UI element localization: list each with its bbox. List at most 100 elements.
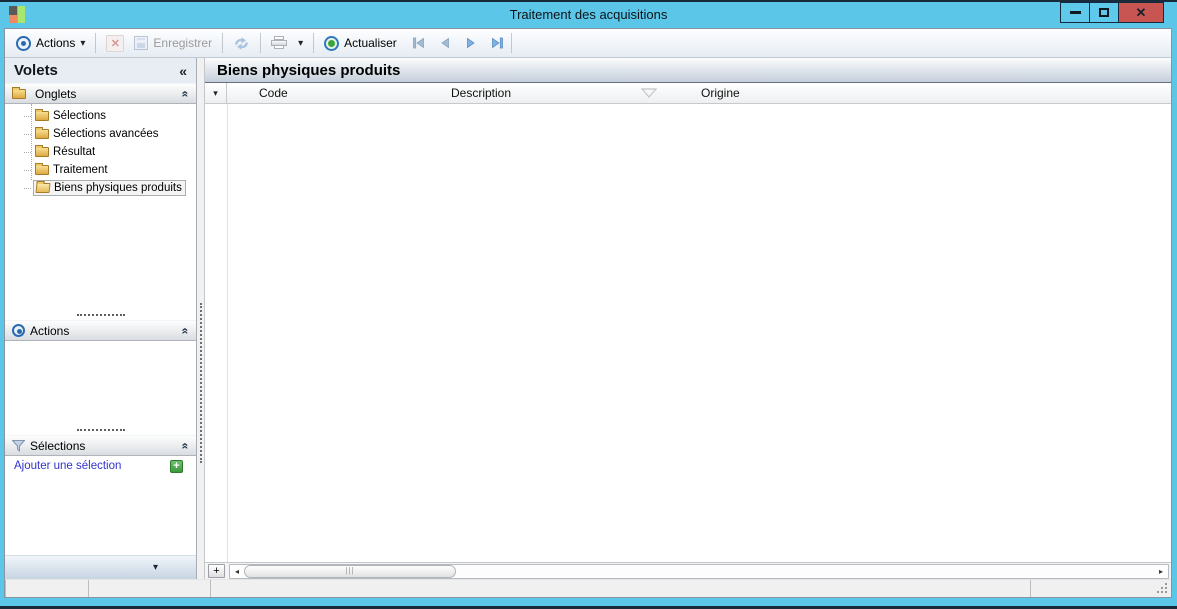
tree-item-content: Sélections [33, 109, 109, 123]
toolbar-separator [222, 33, 224, 53]
splitter-dots [76, 314, 125, 316]
tree-item-label: Sélections [53, 110, 107, 122]
column-header-code[interactable]: Code [259, 86, 288, 100]
maximize-icon [1099, 8, 1109, 17]
title-bar[interactable]: Traitement des acquisitions ✕ [0, 2, 1177, 28]
sidebar-volets: Volets « Onglets « Sélections Sélections… [5, 58, 197, 579]
tree-item-resultat[interactable]: Résultat [5, 143, 196, 161]
nav-next-icon [466, 37, 475, 49]
nav-last-icon [491, 37, 503, 49]
panel-splitter-handle[interactable] [5, 310, 196, 320]
chevron-up-icon[interactable]: « [179, 327, 193, 334]
scrollbar-thumb[interactable]: ||| [244, 564, 456, 578]
nav-first-button[interactable] [410, 35, 428, 51]
status-cell [1031, 580, 1171, 597]
sidebar-bottom-bar[interactable]: ▾ [5, 555, 196, 579]
chevron-down-icon: ▾ [213, 87, 218, 98]
scroll-right-button[interactable]: ▸ [1154, 565, 1168, 578]
folder-icon [35, 127, 49, 139]
maximize-button[interactable] [1089, 2, 1119, 23]
actualiser-button[interactable]: Actualiser [319, 34, 402, 53]
sort-indicator-icon [641, 88, 657, 98]
column-header-origine[interactable]: Origine [701, 86, 740, 100]
toolbar-separator [95, 33, 97, 53]
add-selection-link[interactable]: Ajouter une sélection [14, 460, 170, 472]
close-icon: ✕ [1135, 4, 1147, 20]
nav-first-icon [412, 37, 424, 49]
chevron-up-icon[interactable]: « [179, 442, 193, 449]
main-panel: Biens physiques produits ▾ Code Descript… [204, 58, 1171, 579]
filter-funnel-icon [12, 439, 25, 452]
horizontal-scrollbar[interactable]: ◂ ||| ▸ [229, 563, 1169, 579]
tree-connector [24, 169, 31, 171]
toolbar-separator [313, 33, 315, 53]
print-dropdown-button[interactable]: ▾ [293, 36, 308, 51]
splitter-dots [76, 429, 125, 431]
sidebar-splitter[interactable] [197, 58, 204, 579]
tree-item-content: Sélections avancées [33, 127, 161, 141]
save-button[interactable]: Enregistrer [129, 34, 217, 52]
resize-grip[interactable] [1165, 591, 1167, 593]
delete-button[interactable]: ✕ [101, 33, 129, 54]
tree-item-selections-avancees[interactable]: Sélections avancées [5, 125, 196, 143]
add-selection-row: Ajouter une sélection + [5, 456, 196, 476]
grid-header-row: ▾ Code Description Origine [205, 83, 1171, 104]
refresh-sync-button[interactable] [228, 34, 255, 53]
sidebar-title: Volets [14, 62, 58, 79]
scroll-left-button[interactable]: ◂ [230, 565, 244, 578]
section-header-selections[interactable]: Sélections « [5, 435, 196, 456]
close-button[interactable]: ✕ [1118, 2, 1164, 23]
tree-connector [24, 115, 31, 117]
tree-connector [24, 187, 31, 189]
window-controls: ✕ [1060, 2, 1164, 23]
toolbar: Actions ▾ ✕ Enregistrer ▾ Actualiser [5, 29, 1171, 58]
tree-item-biens-physiques-produits[interactable]: Biens physiques produits [5, 179, 196, 197]
row-indicator-column-header[interactable]: ▾ [205, 83, 227, 103]
actions-target-icon [12, 324, 25, 337]
tree-item-label: Résultat [53, 146, 96, 158]
tree-connector [24, 133, 31, 135]
chevron-up-icon[interactable]: « [179, 90, 193, 97]
nav-previous-icon [441, 37, 449, 49]
print-button[interactable] [266, 34, 293, 52]
panel-splitter-handle[interactable] [5, 425, 196, 435]
main-panel-title: Biens physiques produits [205, 58, 1171, 83]
open-folder-icon [35, 183, 51, 193]
delete-x-glyph: ✕ [110, 37, 120, 50]
chevron-down-icon: ▾ [298, 37, 304, 49]
tree-item-selections[interactable]: Sélections [5, 107, 196, 125]
folder-icon [12, 86, 26, 99]
status-cell [89, 580, 211, 597]
record-navigation [410, 35, 506, 51]
grid-scroll-row: + ◂ ||| ▸ [205, 562, 1171, 579]
actions-button[interactable]: Actions ▾ [11, 34, 90, 53]
status-cell [5, 580, 89, 597]
chevron-down-icon: ▾ [80, 37, 86, 49]
minimize-button[interactable] [1060, 2, 1090, 23]
section-header-onglets[interactable]: Onglets « [5, 83, 196, 104]
section-header-actions[interactable]: Actions « [5, 320, 196, 341]
grid-body[interactable] [205, 104, 1171, 562]
add-row-button[interactable]: + [208, 564, 225, 578]
folder-icon [35, 145, 49, 157]
sidebar-header: Volets « [5, 58, 196, 83]
column-header-description[interactable]: Description [451, 86, 511, 100]
minimize-icon [1069, 11, 1081, 14]
nav-next-button[interactable] [462, 35, 480, 51]
toolbar-separator [260, 33, 262, 53]
save-icon [134, 36, 149, 50]
status-cell [211, 580, 1031, 597]
printer-icon [271, 36, 288, 50]
nav-last-button[interactable] [488, 35, 506, 51]
chevron-down-icon: ▾ [152, 562, 158, 573]
sync-arrows-icon [235, 36, 248, 50]
nav-previous-button[interactable] [436, 35, 454, 51]
tree-item-content: Biens physiques produits [33, 180, 186, 196]
sidebar-collapse-button[interactable]: « [179, 63, 187, 79]
tree-item-traitement[interactable]: Traitement [5, 161, 196, 179]
tree-item-label: Biens physiques produits [54, 182, 182, 194]
add-plus-icon[interactable]: + [170, 459, 183, 473]
thumb-grip: ||| [345, 566, 355, 575]
